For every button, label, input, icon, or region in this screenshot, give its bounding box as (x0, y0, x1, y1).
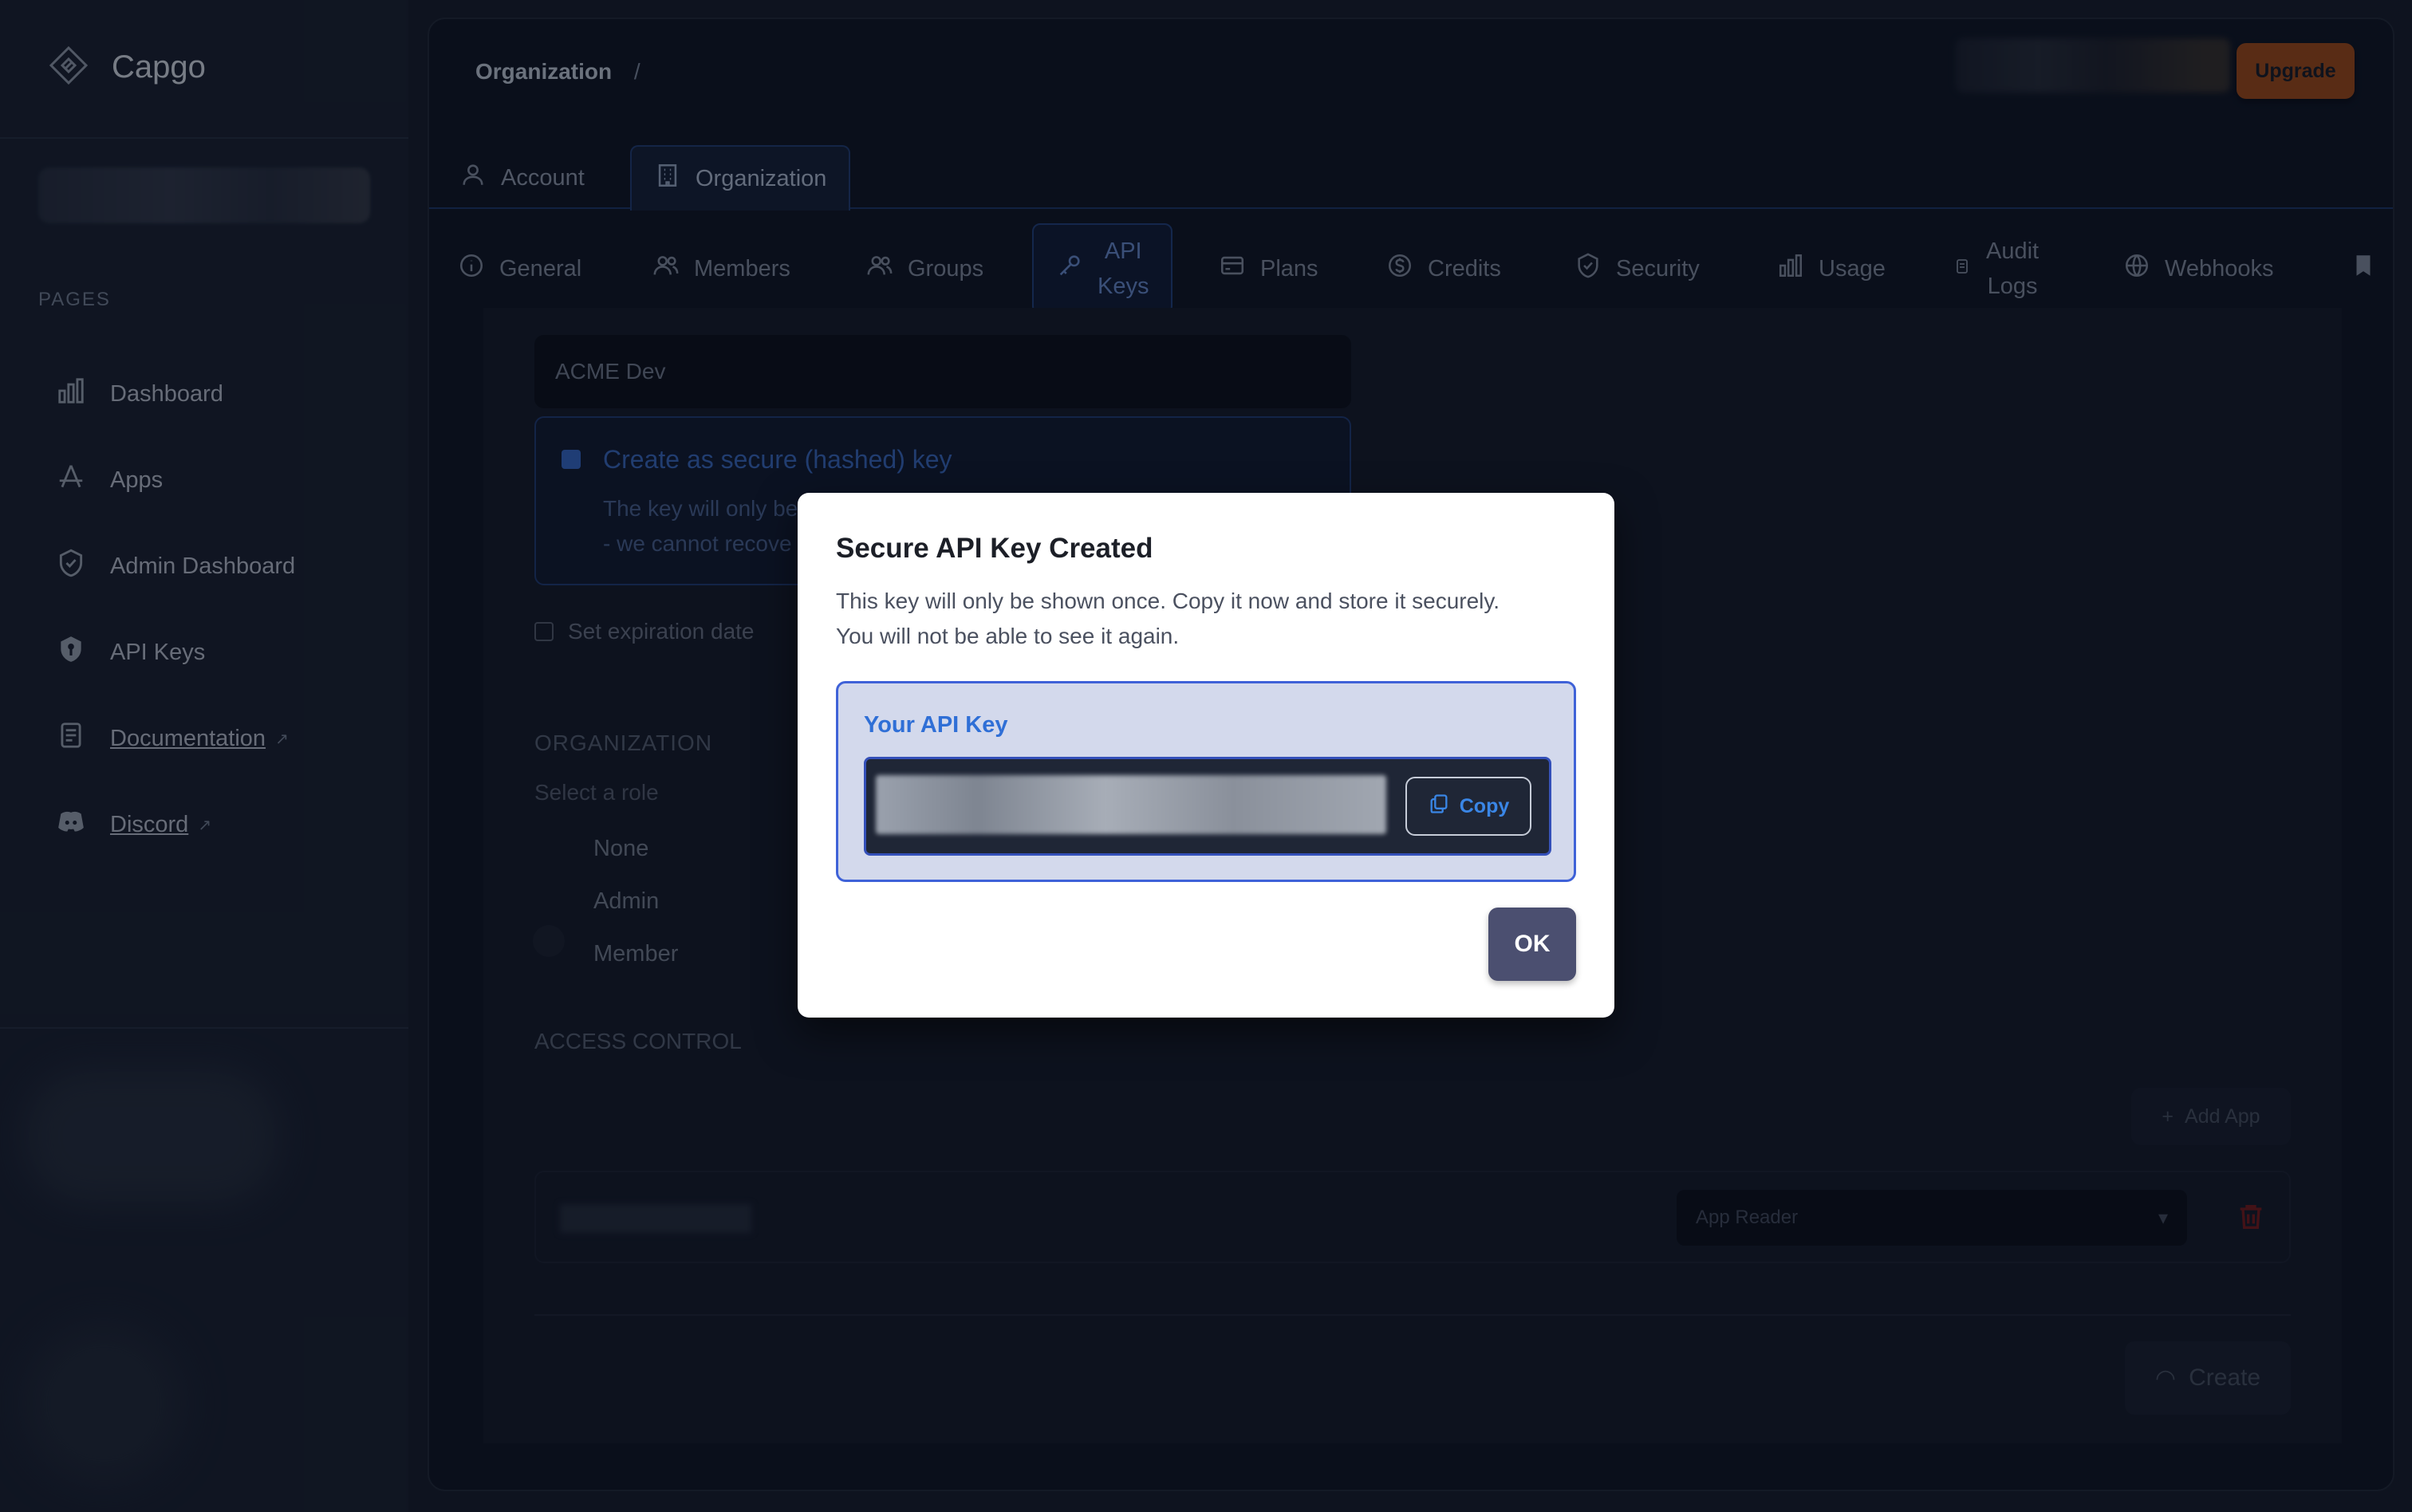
copy-button[interactable]: Copy (1405, 777, 1531, 836)
api-key-created-modal: Secure API Key Created This key will onl… (798, 493, 1614, 1018)
modal-title: Secure API Key Created (836, 533, 1153, 564)
modal-desc-line: You will not be able to see it again. (836, 624, 1180, 648)
copy-label: Copy (1459, 794, 1510, 817)
ok-button[interactable]: OK (1488, 908, 1576, 981)
clipboard-icon (1428, 793, 1450, 821)
api-key-box: Your API Key Copy (836, 681, 1576, 882)
api-key-value[interactable] (876, 775, 1386, 834)
api-key-field: Copy (864, 757, 1551, 856)
api-key-label: Your API Key (864, 712, 1008, 738)
modal-description: This key will only be shown once. Copy i… (836, 584, 1586, 654)
modal-desc-line: This key will only be shown once. Copy i… (836, 589, 1500, 613)
